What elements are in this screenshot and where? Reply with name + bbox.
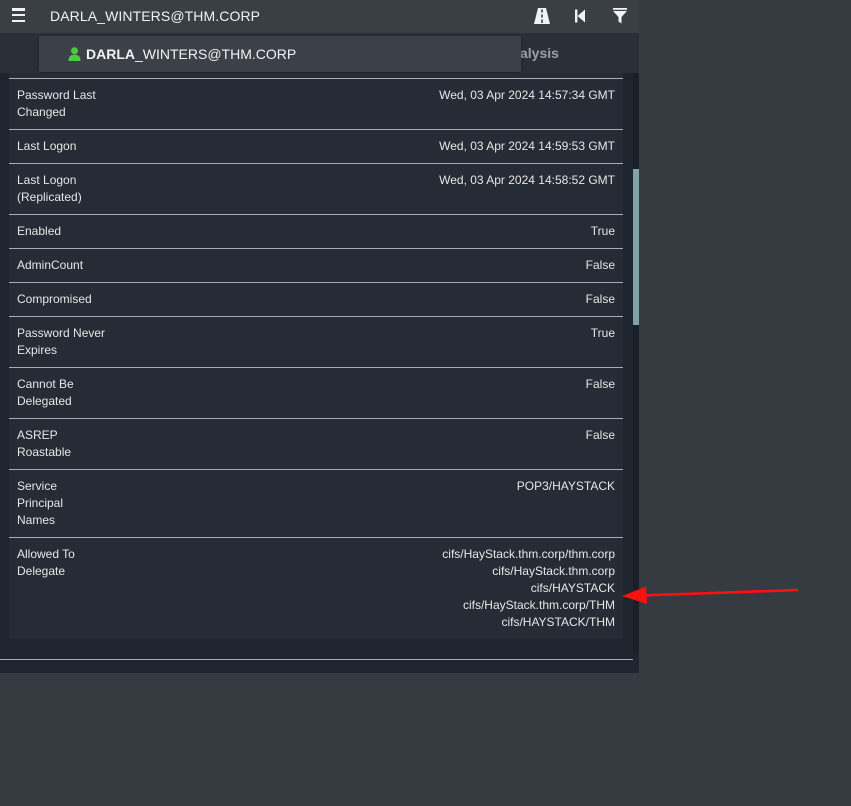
suggestion-label: DARLA_WINTERS@THM.CORP [86,46,296,62]
property-label: Last Logon [17,139,77,153]
search-suggestion-item[interactable]: DARLA_WINTERS@THM.CORP [39,36,521,72]
property-value: False [585,428,615,442]
table-row: Last Logon (Replicated) Wed, 03 Apr 2024… [9,163,623,215]
property-value: Wed, 03 Apr 2024 14:59:53 GMT [439,139,615,153]
property-label: AdminCount [17,258,84,272]
property-value: True [590,326,615,340]
table-row: Allowed To Delegate cifs/HayStack.thm.co… [9,537,623,639]
table-row: Password Never Expires True [9,316,623,368]
node-properties-table: Password Last Changed Wed, 03 Apr 2024 1… [9,73,623,639]
property-value: False [585,258,615,272]
suggestion-label-match: DARLA [86,46,135,62]
property-value: False [585,377,615,391]
property-label: ASREP Roastable [17,428,72,459]
divider [0,659,633,660]
delegation-target: cifs/HayStack.thm.corp/THM [462,598,615,612]
pathfinding-road-icon[interactable] [533,7,551,25]
table-row: Cannot Be Delegated False [9,367,623,419]
scrollbar-track[interactable] [633,73,639,653]
table-row: Compromised False [9,282,623,317]
menu-icon[interactable] [12,8,25,22]
table-row: Password Last Changed Wed, 03 Apr 2024 1… [9,78,623,130]
filter-icon[interactable] [611,7,629,25]
table-row: AdminCount False [9,248,623,283]
property-value: POP3/HAYSTACK [516,479,615,493]
property-value: Wed, 03 Apr 2024 14:58:52 GMT [439,173,615,187]
delegation-target: cifs/HayStack.thm.corp/thm.corp [442,547,615,561]
table-row: Service Principal Names POP3/HAYSTACK [9,469,623,538]
scrollbar-thumb[interactable] [633,169,639,325]
property-label: Compromised [17,292,92,306]
property-value: False [585,292,615,306]
search-header: DARLA_WINTERS@THM.CORP [0,0,639,33]
red-arrow-annotation [622,586,799,604]
delegation-target: cifs/HAYSTACK [530,581,615,595]
property-value-list: cifs/HayStack.thm.corp/thm.corp cifs/Hay… [442,546,615,631]
property-label: Last Logon (Replicated) [17,173,82,204]
property-label: Service Principal Names [17,479,64,527]
suggestion-label-rest: _WINTERS@THM.CORP [135,46,297,62]
property-label: Allowed To Delegate [17,547,75,578]
property-label: Password Last Changed [17,88,96,119]
property-value: Wed, 03 Apr 2024 14:57:34 GMT [439,88,615,102]
user-icon [68,47,81,61]
delegation-target: cifs/HayStack.thm.corp [492,564,615,578]
property-label: Cannot Be Delegated [17,377,74,408]
delegation-target: cifs/HAYSTACK/THM [501,615,615,629]
node-info-panel: DARLA_WINTERS@THM.CORP alysis DARLA_WINT… [0,0,639,673]
table-row: Enabled True [9,214,623,249]
tab-analysis[interactable]: alysis [520,45,559,61]
table-row: Last Logon Wed, 03 Apr 2024 14:59:53 GMT [9,129,623,164]
property-label: Enabled [17,224,62,238]
property-label: Password Never Expires [17,326,106,357]
back-icon[interactable] [571,7,589,25]
table-row: ASREP Roastable False [9,418,623,470]
property-value: True [590,224,615,238]
search-query-text[interactable]: DARLA_WINTERS@THM.CORP [50,8,260,24]
